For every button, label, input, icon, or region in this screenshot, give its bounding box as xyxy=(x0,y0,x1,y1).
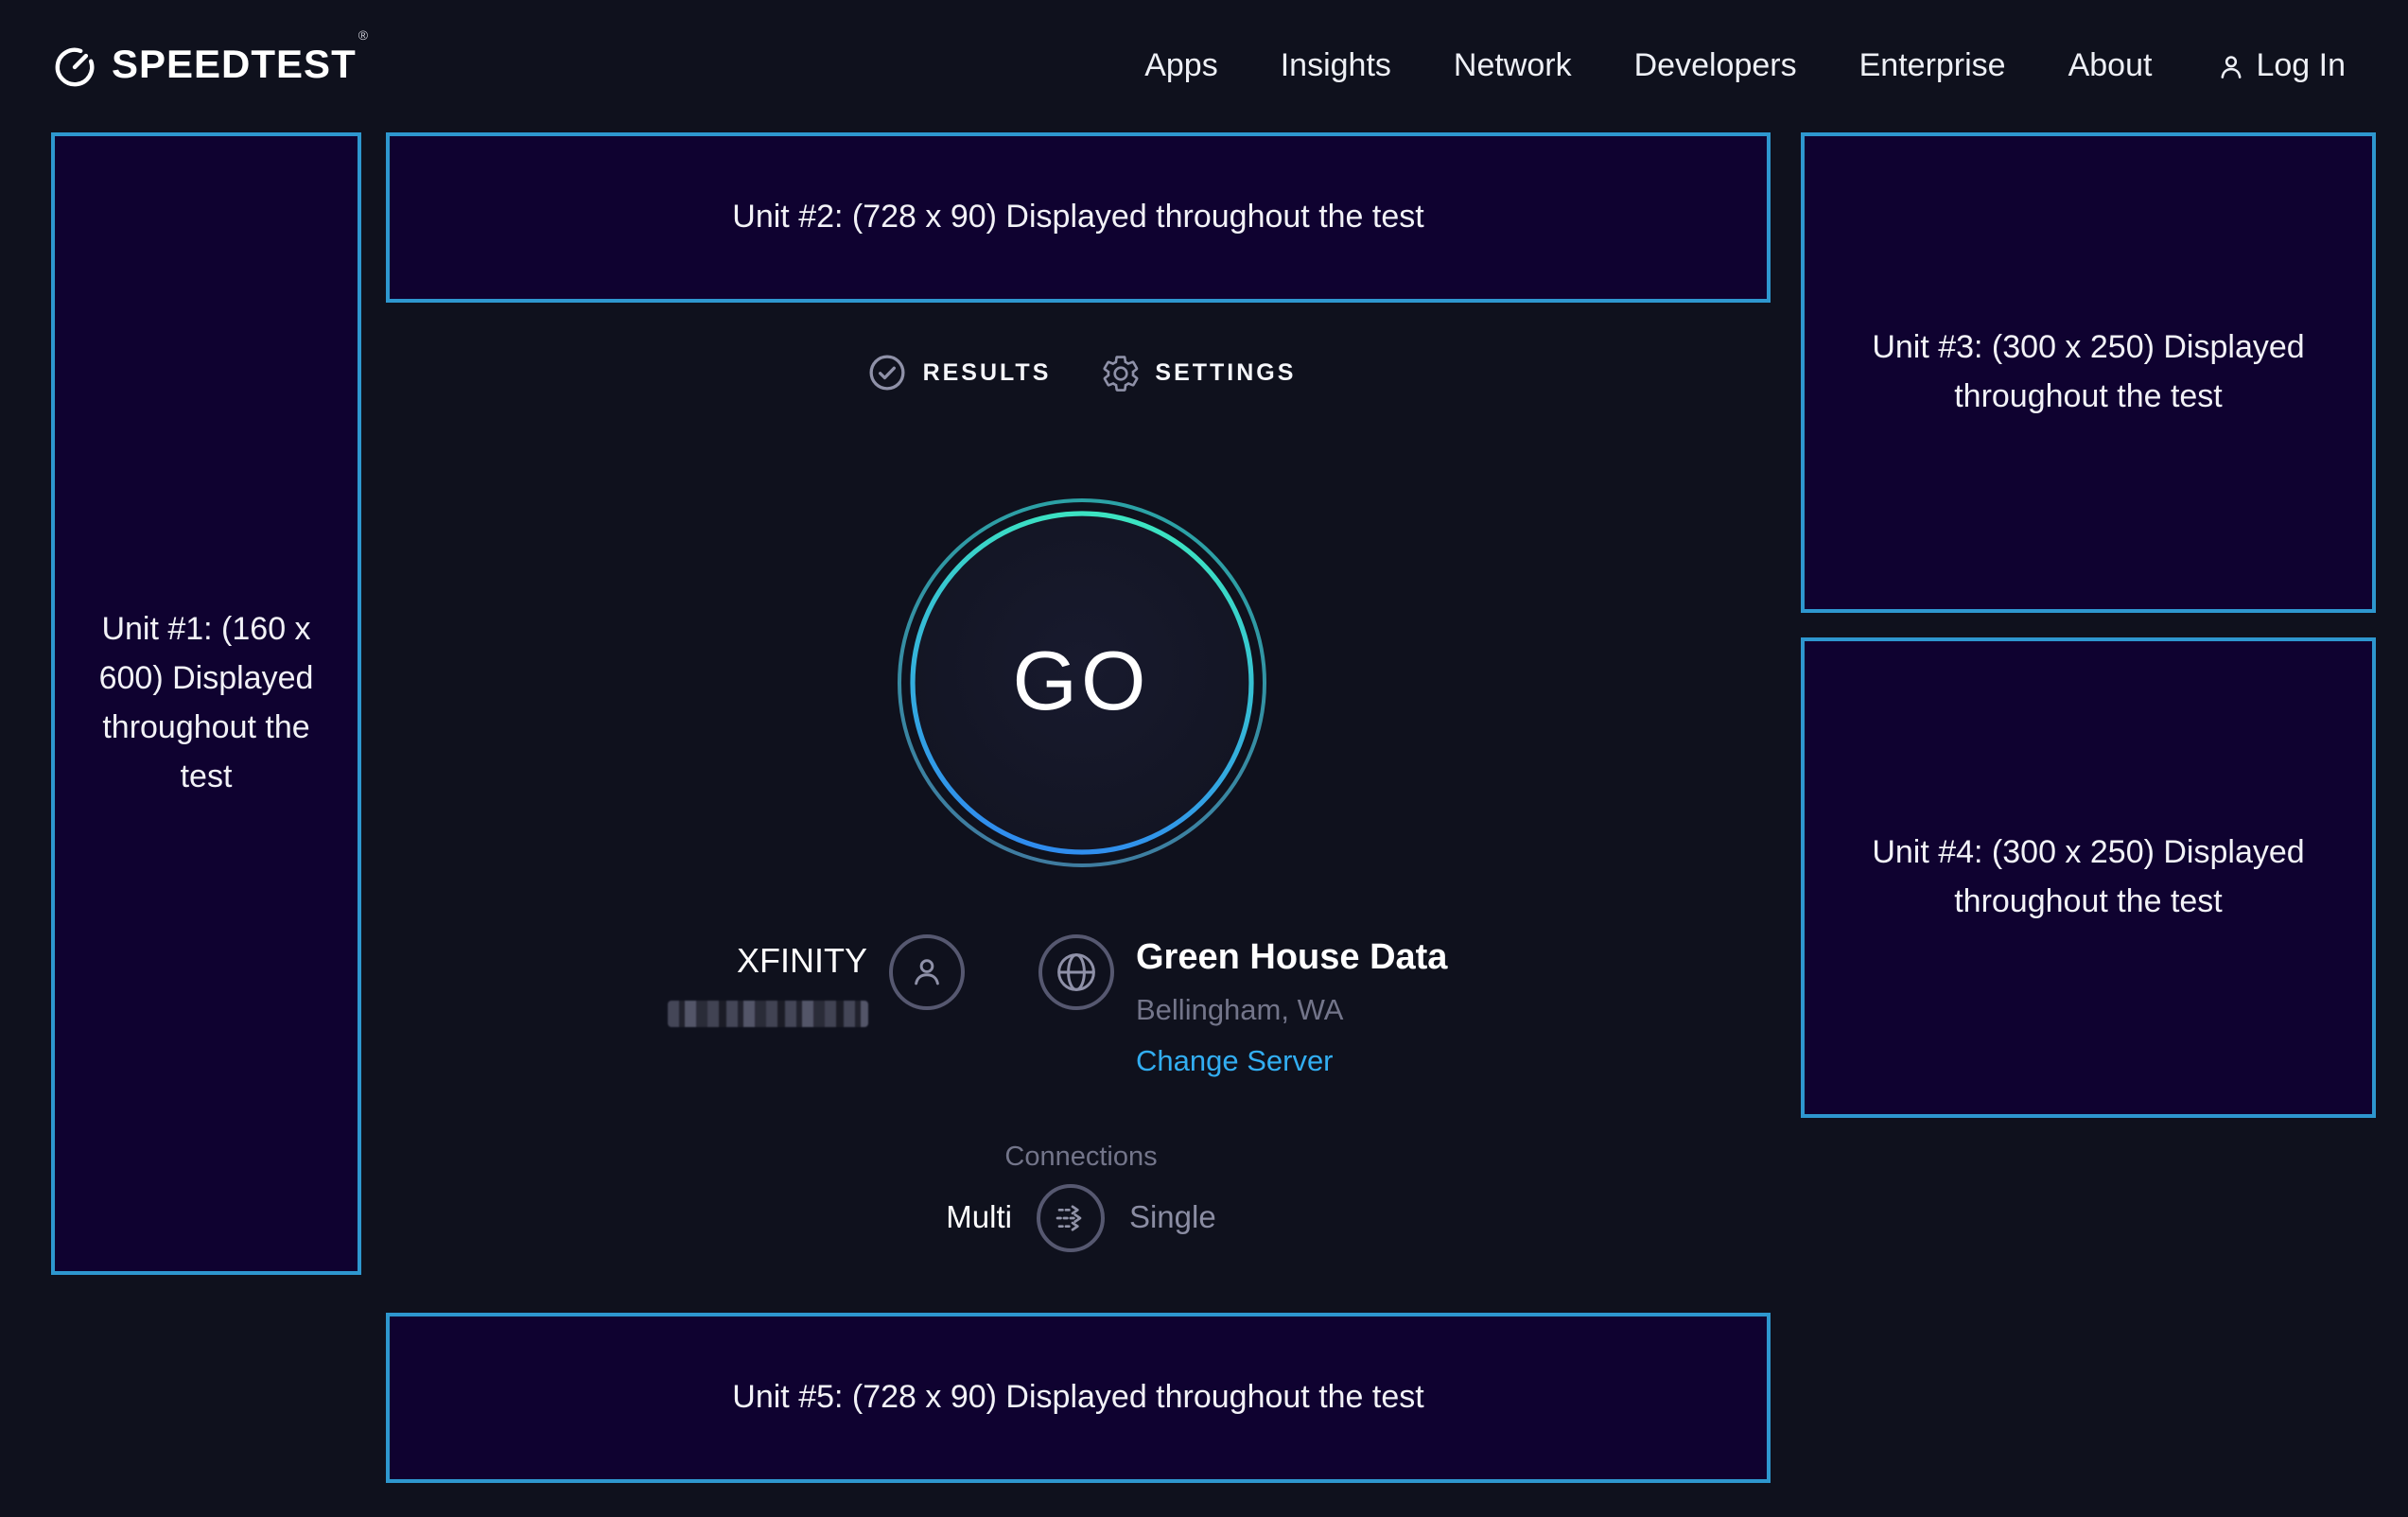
nav-item-apps[interactable]: Apps xyxy=(1144,47,1218,85)
tab-settings-label: SETTINGS xyxy=(1155,359,1296,386)
go-button-label: GO xyxy=(896,497,1266,868)
ad-unit-3[interactable]: Unit #3: (300 x 250) Displayed throughou… xyxy=(1801,132,2376,613)
connections-single-option[interactable]: Single xyxy=(1129,1200,1216,1236)
ad-unit-1[interactable]: Unit #1: (160 x 600) Displayed throughou… xyxy=(51,132,361,1275)
user-icon xyxy=(2214,50,2246,82)
primary-nav: Apps Insights Network Developers Enterpr… xyxy=(1144,47,2346,85)
speedtest-page: SPEEDTEST® Apps Insights Network Develop… xyxy=(0,0,2408,1517)
connection-meta-row: XFINITY Green House Data Bellingham, WA xyxy=(361,934,1801,1080)
isp-block: XFINITY xyxy=(667,940,867,1027)
speedtest-logo[interactable]: SPEEDTEST® xyxy=(53,44,366,89)
connections-multi-option[interactable]: Multi xyxy=(946,1200,1012,1236)
login-button[interactable]: Log In xyxy=(2214,47,2346,85)
nav-item-network[interactable]: Network xyxy=(1454,47,1572,85)
test-panel: RESULTS SETTINGS xyxy=(361,132,1801,1479)
results-settings-tabs: RESULTS SETTINGS xyxy=(361,352,1801,393)
nav-item-developers[interactable]: Developers xyxy=(1634,47,1797,85)
login-label: Log In xyxy=(2256,47,2346,85)
redacted-ip xyxy=(667,1001,867,1027)
server-location: Bellingham, WA xyxy=(1136,995,1495,1029)
multi-arrows-icon xyxy=(1048,1195,1093,1241)
tab-settings[interactable]: SETTINGS xyxy=(1100,352,1296,393)
gear-icon xyxy=(1100,353,1140,392)
connections-toggle-row: Multi Single xyxy=(361,1184,1801,1252)
logo-wordmark: SPEEDTEST xyxy=(112,44,357,87)
nav-item-about[interactable]: About xyxy=(2068,47,2153,85)
globe-icon xyxy=(1038,934,1113,1010)
ad-unit-4-text: Unit #4: (300 x 250) Displayed throughou… xyxy=(1858,828,2319,926)
isp-name: XFINITY xyxy=(667,940,867,982)
tab-results[interactable]: RESULTS xyxy=(866,352,1052,393)
server-name: Green House Data xyxy=(1136,938,1495,980)
nav-item-insights[interactable]: Insights xyxy=(1281,47,1391,85)
ad-unit-3-text: Unit #3: (300 x 250) Displayed throughou… xyxy=(1858,323,2319,421)
server-block: Green House Data Bellingham, WA Change S… xyxy=(1136,938,1495,1080)
tab-results-label: RESULTS xyxy=(923,359,1052,386)
top-nav-bar: SPEEDTEST® Apps Insights Network Develop… xyxy=(0,0,2408,132)
connections-toggle[interactable] xyxy=(1037,1184,1105,1252)
go-button[interactable]: GO xyxy=(896,497,1266,868)
check-circle-icon xyxy=(866,352,908,393)
logo-trademark: ® xyxy=(358,30,368,44)
ad-unit-1-text: Unit #1: (160 x 600) Displayed throughou… xyxy=(74,606,339,802)
connections-label: Connections xyxy=(361,1142,1801,1173)
nav-item-enterprise[interactable]: Enterprise xyxy=(1859,47,2006,85)
ad-unit-4[interactable]: Unit #4: (300 x 250) Displayed throughou… xyxy=(1801,637,2376,1118)
change-server-link[interactable]: Change Server xyxy=(1136,1046,1334,1080)
isp-avatar-icon xyxy=(888,934,964,1010)
gauge-icon xyxy=(53,44,96,88)
